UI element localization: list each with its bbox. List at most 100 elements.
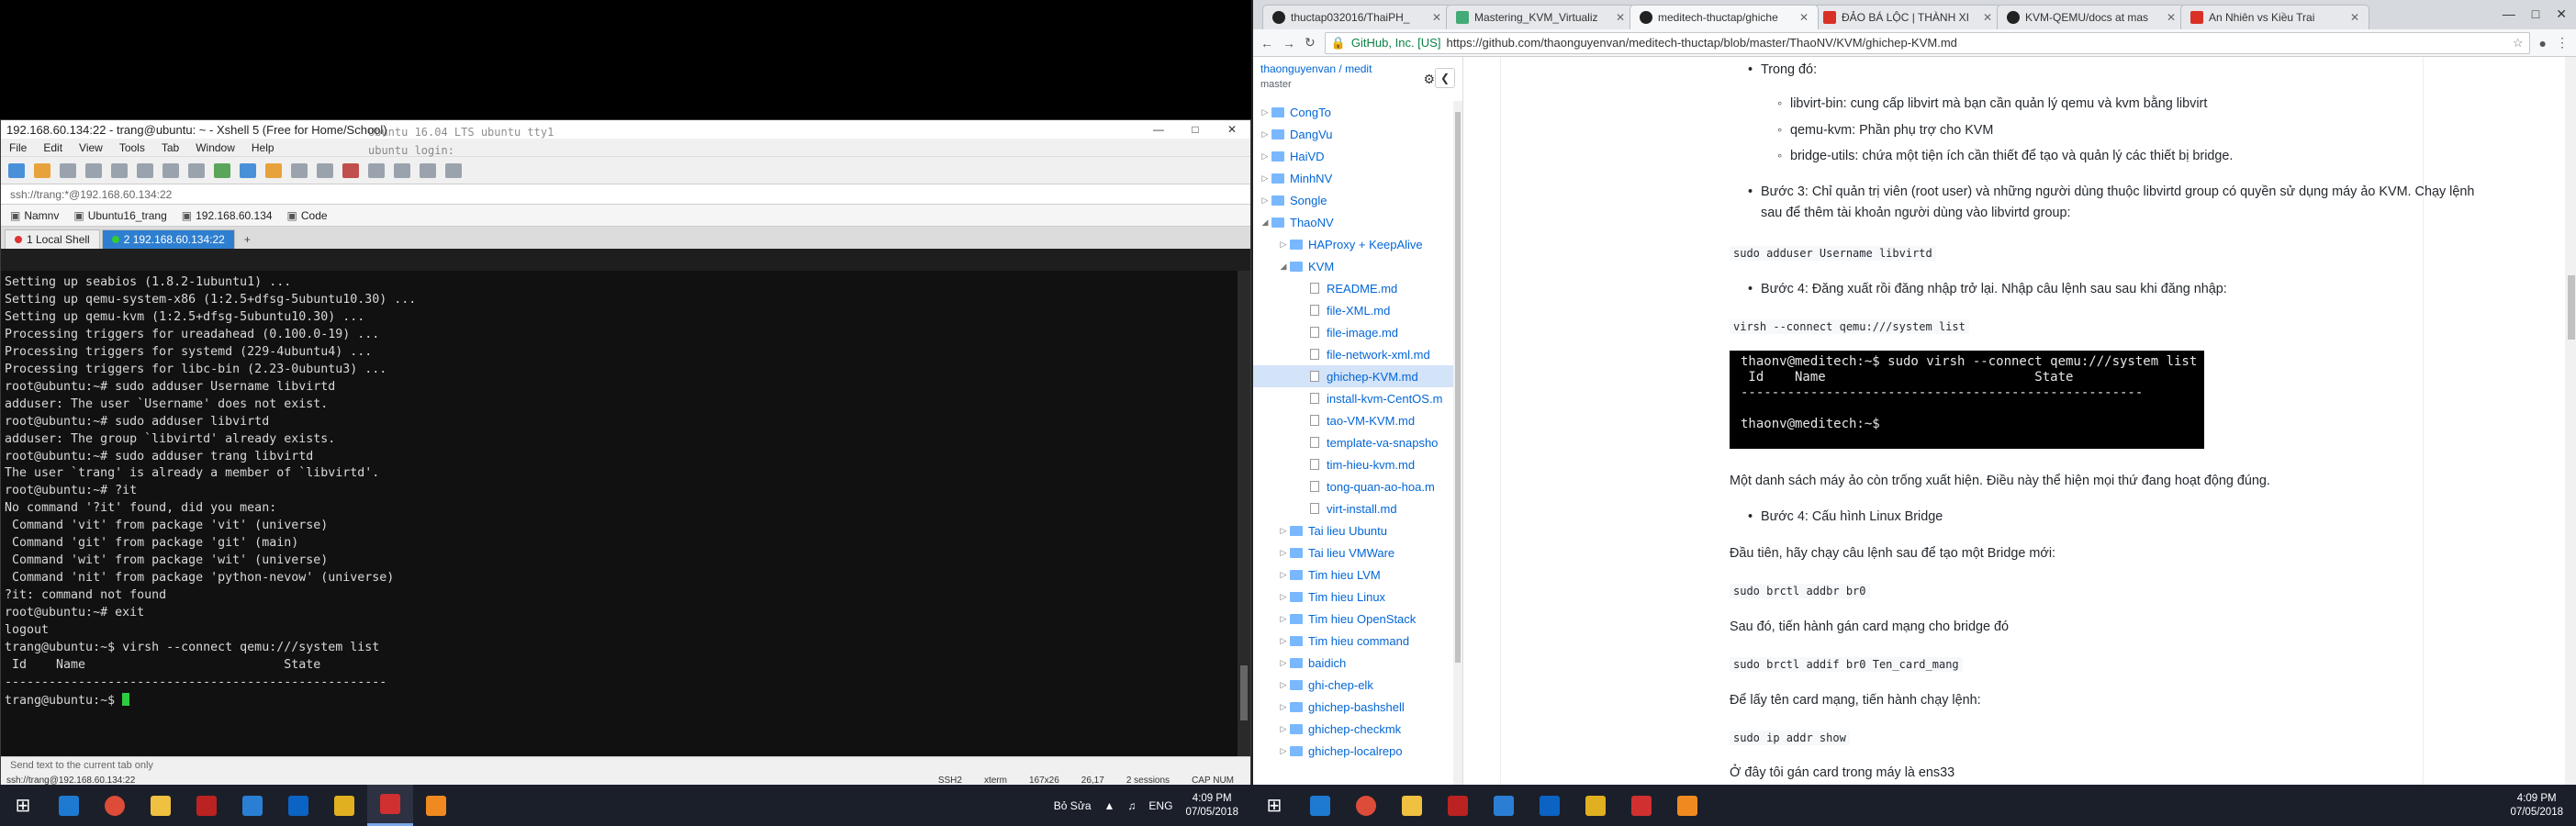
tree-folder[interactable]: ▷ HaiVD <box>1253 145 1462 167</box>
chrome-tab-3[interactable]: meditech-thuctap/ghiche ✕ <box>1630 5 1819 29</box>
explorer-icon[interactable] <box>138 785 184 826</box>
menu-tab[interactable]: Tab <box>153 141 187 154</box>
tree-folder[interactable]: ▷ Tim hieu LVM <box>1253 564 1462 586</box>
chrome-icon[interactable] <box>1343 785 1389 826</box>
print-icon[interactable] <box>188 162 205 178</box>
send-text-bar[interactable]: Send text to the current tab only <box>1 756 1250 775</box>
link-ubuntu16-trang[interactable]: Ubuntu16_trang <box>73 209 167 222</box>
close-tab-icon[interactable]: ✕ <box>2350 11 2359 24</box>
scroll-thumb[interactable] <box>1455 112 1461 663</box>
tree-folder[interactable]: ▷ ghichep-localrepo <box>1253 740 1462 762</box>
ime-mode[interactable]: Bỏ Sửa <box>1054 799 1092 812</box>
scroll-thumb[interactable] <box>2568 275 2575 340</box>
tree-folder[interactable]: ▷ ghichep-checkmk <box>1253 718 1462 740</box>
link-ip[interactable]: 192.168.60.134 <box>182 209 272 222</box>
chrome-tab-2[interactable]: Mastering_KVM_Virtualiz ✕ <box>1446 5 1635 29</box>
tree-file[interactable]: tao-VM-KVM.md <box>1253 409 1462 431</box>
maximize-icon[interactable]: □ <box>1177 123 1214 136</box>
find-icon[interactable] <box>162 162 179 178</box>
properties-icon[interactable] <box>85 162 102 178</box>
app-icon[interactable] <box>184 785 230 826</box>
sidebar-scrollbar[interactable] <box>1453 101 1462 785</box>
tree-file[interactable]: file-XML.md <box>1253 299 1462 321</box>
tree-file[interactable]: ghichep-KVM.md <box>1253 365 1462 387</box>
extension-icon[interactable]: ● <box>2539 36 2547 50</box>
new-session-icon[interactable] <box>8 162 25 178</box>
menu-window[interactable]: Window <box>187 141 243 154</box>
scroll-thumb[interactable] <box>1240 665 1248 720</box>
xshell-address-bar[interactable]: ssh://trang:*@192.168.60.134:22 <box>1 184 1250 205</box>
tree-file[interactable]: tim-hieu-kvm.md <box>1253 453 1462 475</box>
wifi-icon[interactable]: ▲ <box>1104 799 1115 812</box>
chrome-menu-icon[interactable]: ⋮ <box>2556 35 2569 50</box>
tree-file[interactable]: file-image.md <box>1253 321 1462 343</box>
outlook-icon[interactable] <box>1527 785 1573 826</box>
reload-icon[interactable]: ↻ <box>1305 35 1316 50</box>
edge-icon[interactable] <box>46 785 92 826</box>
tree-file[interactable]: file-network-xml.md <box>1253 343 1462 365</box>
tree-file[interactable]: install-kvm-CentOS.m <box>1253 387 1462 409</box>
clock[interactable]: 4:09 PM 07/05/2018 <box>2510 792 2563 820</box>
tree-folder[interactable]: ◢ ThaoNV <box>1253 211 1462 233</box>
maximize-icon[interactable]: □ <box>2532 6 2539 22</box>
tree-folder[interactable]: ▷ HAProxy + KeepAlive <box>1253 233 1462 255</box>
lock-icon[interactable] <box>342 162 359 178</box>
add-tab-button[interactable]: + <box>237 230 258 249</box>
help-icon[interactable] <box>445 162 462 178</box>
volume-icon[interactable]: ♫ <box>1127 799 1136 812</box>
tree-folder[interactable]: ▷ CongTo <box>1253 101 1462 123</box>
terminal-output[interactable]: Setting up seabios (1.8.2-1ubuntu1) ... S… <box>1 271 1239 757</box>
gear-icon[interactable]: ⚙ <box>1423 72 1435 87</box>
close-tab-icon[interactable]: ✕ <box>1799 11 1809 24</box>
close-icon[interactable]: ✕ <box>1214 123 1250 136</box>
close-tab-icon[interactable]: ✕ <box>1983 11 1992 24</box>
sublime-icon[interactable] <box>1664 785 1710 826</box>
vscode-icon[interactable] <box>1481 785 1527 826</box>
notes-icon[interactable] <box>321 785 367 826</box>
tree-folder[interactable]: ▷ Tai lieu Ubuntu <box>1253 519 1462 541</box>
collapse-sidebar-button[interactable]: ❮ <box>1435 68 1455 88</box>
compose-icon[interactable] <box>394 162 410 178</box>
minimize-icon[interactable]: — <box>2503 6 2515 22</box>
chrome-tab-1[interactable]: thuctap032016/ThaiPH_ ✕ <box>1262 5 1451 29</box>
tree-folder[interactable]: ▷ Songle <box>1253 189 1462 211</box>
close-tab-icon[interactable]: ✕ <box>1432 11 1441 24</box>
tree-folder[interactable]: ▷ DangVu <box>1253 123 1462 145</box>
start-icon[interactable]: ⊞ <box>0 785 46 826</box>
tree-file[interactable]: README.md <box>1253 277 1462 299</box>
forward-icon[interactable]: → <box>1282 36 1295 50</box>
tree-file[interactable]: virt-install.md <box>1253 497 1462 519</box>
tree-folder[interactable]: ▷ MinhNV <box>1253 167 1462 189</box>
chrome-tab-5[interactable]: KVM-QEMU/docs at mas ✕ <box>1997 5 2186 29</box>
fullscreen-icon[interactable] <box>317 162 333 178</box>
explorer-icon[interactable] <box>1389 785 1435 826</box>
tree-folder[interactable]: ▷ Tim hieu Linux <box>1253 586 1462 608</box>
menu-view[interactable]: View <box>71 141 111 154</box>
terminal-scrollbar[interactable] <box>1238 271 1250 757</box>
open-folder-icon[interactable] <box>34 162 50 178</box>
script-icon[interactable] <box>291 162 308 178</box>
globe-icon[interactable] <box>240 162 256 178</box>
link-namnv[interactable]: Namnv <box>10 209 59 222</box>
tree-folder[interactable]: ◢ KVM <box>1253 255 1462 277</box>
menu-edit[interactable]: Edit <box>35 141 71 154</box>
tab-ssh-session[interactable]: 2 192.168.60.134:22 <box>101 229 235 249</box>
xshell-taskbar-icon[interactable] <box>1618 785 1664 826</box>
tree-file[interactable]: tong-quan-ao-hoa.m <box>1253 475 1462 497</box>
transfer-icon[interactable] <box>214 162 230 178</box>
vscode-icon[interactable] <box>230 785 275 826</box>
link-code[interactable]: Code <box>287 209 328 222</box>
paste-icon[interactable] <box>137 162 153 178</box>
bookmark-star-icon[interactable]: ☆ <box>2513 36 2524 50</box>
chrome-icon[interactable] <box>92 785 138 826</box>
start-icon[interactable]: ⊞ <box>1251 785 1297 826</box>
back-icon[interactable]: ← <box>1260 36 1273 50</box>
tree-folder[interactable]: ▷ ghi-chep-elk <box>1253 674 1462 696</box>
minimize-icon[interactable]: — <box>1140 123 1177 136</box>
tab-local-shell[interactable]: 1 Local Shell <box>5 229 100 249</box>
xshell-title-bar[interactable]: 192.168.60.134:22 - trang@ubuntu: ~ - Xs… <box>1 120 1250 139</box>
notes-icon[interactable] <box>1573 785 1618 826</box>
tree-folder[interactable]: ▷ baidich <box>1253 652 1462 674</box>
sublime-icon[interactable] <box>413 785 459 826</box>
close-tab-icon[interactable]: ✕ <box>1616 11 1625 24</box>
